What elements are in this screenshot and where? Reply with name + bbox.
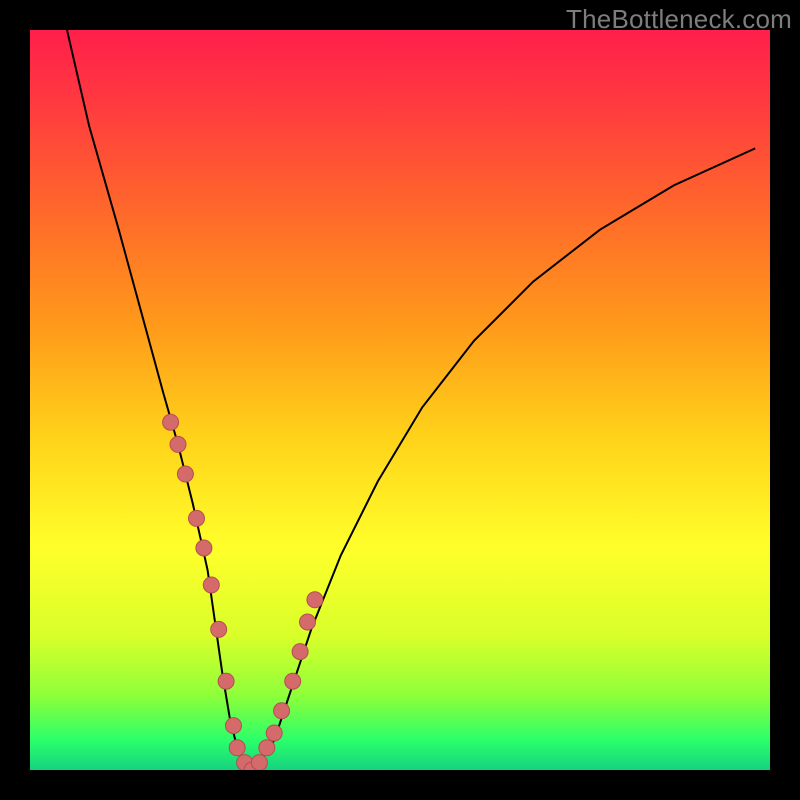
data-marker xyxy=(211,621,227,637)
data-marker xyxy=(170,436,186,452)
data-marker xyxy=(226,718,242,734)
data-marker xyxy=(274,703,290,719)
plot-area xyxy=(30,30,770,770)
chart-svg xyxy=(30,30,770,770)
data-marker xyxy=(292,644,308,660)
data-marker xyxy=(196,540,212,556)
data-marker xyxy=(266,725,282,741)
data-marker xyxy=(203,577,219,593)
gradient-background xyxy=(30,30,770,770)
data-marker xyxy=(163,414,179,430)
data-marker xyxy=(285,673,301,689)
data-marker xyxy=(307,592,323,608)
data-marker xyxy=(259,740,275,756)
data-marker xyxy=(229,740,245,756)
data-marker xyxy=(218,673,234,689)
chart-frame: TheBottleneck.com xyxy=(0,0,800,800)
data-marker xyxy=(300,614,316,630)
data-marker xyxy=(177,466,193,482)
data-marker xyxy=(251,755,267,770)
data-marker xyxy=(189,510,205,526)
